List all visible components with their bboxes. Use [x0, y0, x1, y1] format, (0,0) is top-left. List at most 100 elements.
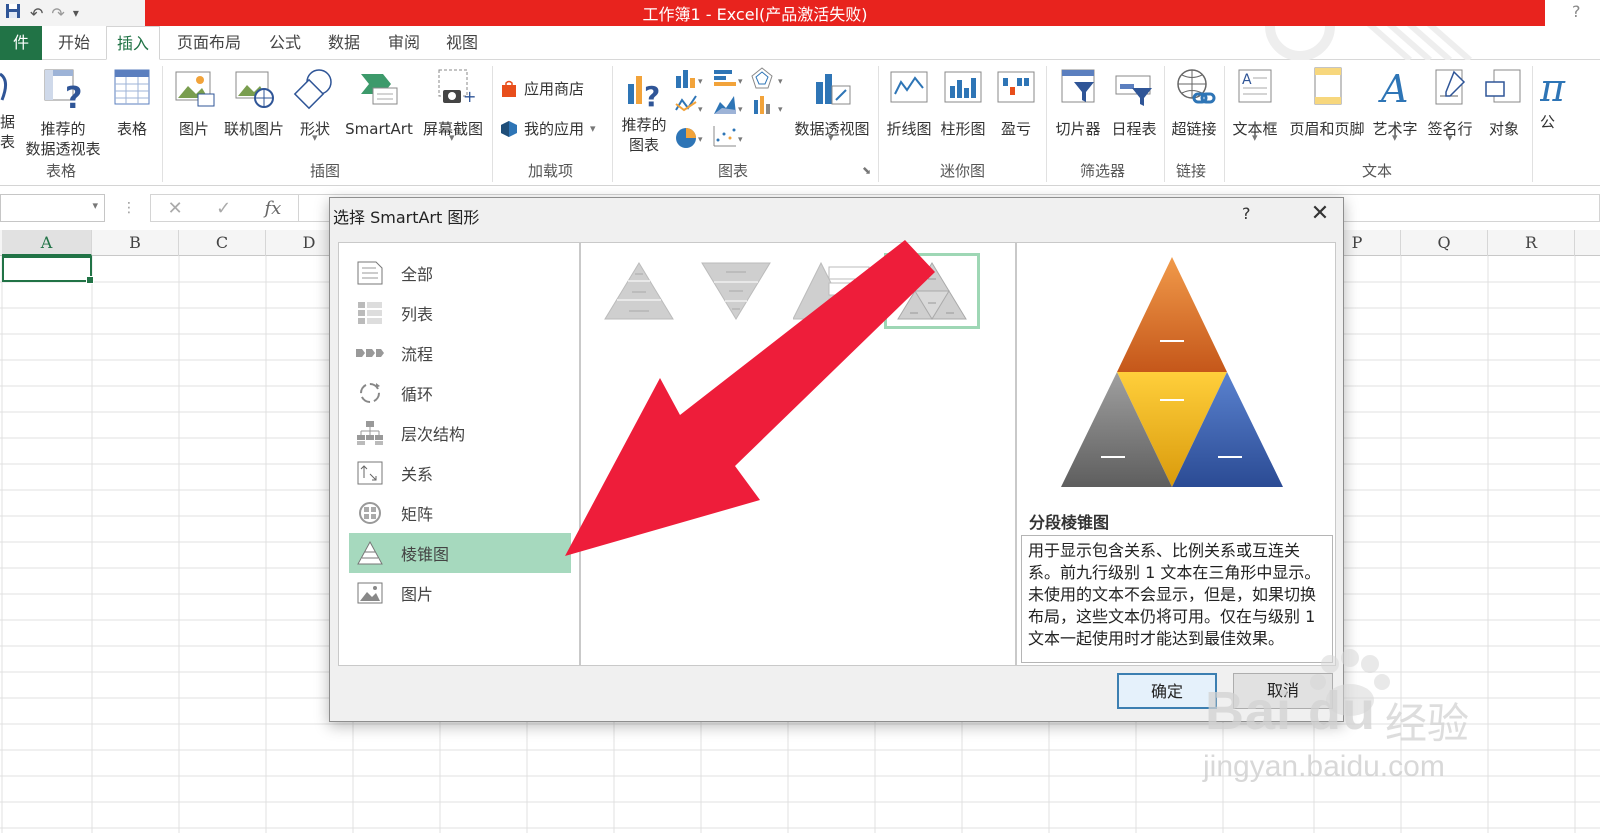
category-all[interactable]: 全部: [349, 253, 571, 293]
pivot-chart-button[interactable]: 数据透视图 ▾: [788, 66, 876, 144]
cancel-formula-icon[interactable]: ✕: [168, 198, 183, 219]
inverted-pyramid-icon: [701, 262, 771, 320]
help-icon[interactable]: ?: [1572, 2, 1581, 21]
sparkline-winloss-button[interactable]: 盈亏: [992, 66, 1040, 139]
tab-formulas[interactable]: 公式: [259, 26, 311, 60]
category-process[interactable]: 流程: [349, 333, 571, 373]
quick-access-toolbar: ↶ ↷ ▾: [0, 0, 145, 26]
active-cell-a1[interactable]: [2, 256, 94, 284]
textbox-button[interactable]: A 文本框 ▾: [1226, 66, 1284, 144]
my-apps-button[interactable]: 我的应用 ▾: [500, 118, 596, 139]
charts-dialog-launcher-icon[interactable]: ⬊: [862, 164, 871, 177]
bar-chart-icon: [714, 70, 736, 86]
svg-text:▾: ▾: [698, 105, 703, 115]
chart-type-gallery[interactable]: ▾ ▾ ▾ ▾ ▾ ▾ ▾ ▾: [674, 66, 790, 152]
formula-buttons: ✕ ✓ fx: [150, 194, 298, 222]
category-label: 流程: [401, 345, 434, 364]
sparkline-column-label: 柱形图: [940, 120, 986, 138]
tab-data[interactable]: 数据: [318, 26, 370, 60]
category-relationship[interactable]: 关系: [349, 453, 571, 493]
shapes-button[interactable]: 形状 ▾: [292, 66, 338, 144]
recommended-charts-label-2: 图表: [628, 136, 659, 154]
shapes-dropdown-icon: ▾: [312, 131, 318, 144]
column-header-b[interactable]: B: [92, 230, 179, 256]
group-label-illustrations: 插图: [310, 162, 341, 180]
online-pictures-button[interactable]: 联机图片: [218, 66, 290, 139]
pyramid-list-thumbnail[interactable]: [785, 253, 881, 329]
store-button[interactable]: 应用商店: [500, 78, 584, 99]
sparkline-line-icon: [890, 71, 928, 103]
my-apps-icon: [501, 120, 517, 137]
column-header-a[interactable]: A: [2, 230, 92, 256]
table-button[interactable]: 表格: [108, 66, 156, 139]
pivot-table-button[interactable]: 据 表: [0, 70, 20, 152]
category-hierarchy[interactable]: 层次结构: [349, 413, 571, 453]
group-separator: [1164, 66, 1165, 182]
wordart-button[interactable]: A 艺术字 ▾: [1368, 66, 1422, 144]
pictures-button[interactable]: 图片: [170, 66, 218, 139]
segmented-pyramid-thumbnail[interactable]: [884, 253, 980, 329]
shapes-icon: [293, 69, 332, 110]
smartart-button[interactable]: SmartArt: [342, 66, 416, 139]
category-picture[interactable]: 图片: [349, 573, 571, 613]
tab-home[interactable]: 开始: [48, 26, 100, 60]
equation-button[interactable]: π 公: [1540, 66, 1600, 132]
category-label: 棱锥图: [401, 545, 450, 564]
tab-page-layout[interactable]: 页面布局: [167, 26, 251, 60]
office-decoration: [1265, 26, 1472, 60]
pivot-table-label-2: 表: [0, 133, 16, 151]
object-button[interactable]: 对象: [1480, 66, 1528, 139]
wordart-icon: A: [1378, 67, 1408, 111]
svg-text:A: A: [1242, 72, 1252, 88]
hyperlink-button[interactable]: 超链接: [1166, 66, 1222, 139]
column-header-q[interactable]: Q: [1401, 230, 1488, 256]
equation-label: 公: [1540, 113, 1556, 131]
pivot-chart-dropdown-icon: ▾: [828, 131, 834, 144]
group-label-links: 链接: [1176, 162, 1207, 180]
dialog-close-icon[interactable]: ✕: [1300, 198, 1340, 230]
timeline-button[interactable]: 日程表: [1106, 66, 1162, 139]
pictures-label: 图片: [178, 120, 209, 138]
ok-button[interactable]: 确定: [1117, 673, 1217, 709]
tab-review[interactable]: 审阅: [378, 26, 430, 60]
inverted-pyramid-thumbnail[interactable]: [688, 253, 784, 329]
basic-pyramid-icon: [604, 262, 674, 320]
undo-icon[interactable]: ↶: [30, 4, 43, 23]
column-header-c[interactable]: C: [179, 230, 266, 256]
slicer-button[interactable]: 切片器: [1050, 66, 1106, 139]
basic-pyramid-thumbnail[interactable]: [591, 253, 687, 329]
category-label: 关系: [401, 465, 434, 484]
category-cycle[interactable]: 循环: [349, 373, 571, 413]
signature-line-button[interactable]: 签名行 ▾: [1422, 66, 1478, 144]
customize-qat-icon[interactable]: ▾: [73, 6, 79, 20]
sparkline-line-button[interactable]: 折线图: [882, 66, 936, 139]
slicer-label: 切片器: [1055, 120, 1101, 138]
layout-description: 用于显示包含关系、比例关系或互连关系。前九行级别 1 文本在三角形中显示。未使用…: [1021, 535, 1333, 663]
window-title: 工作簿1 - Excel(产品激活失败): [642, 5, 868, 24]
enter-formula-icon[interactable]: ✓: [216, 198, 231, 219]
column-header-r[interactable]: R: [1488, 230, 1575, 256]
category-matrix[interactable]: 矩阵: [349, 493, 571, 533]
smartart-label: SmartArt: [345, 120, 413, 138]
dialog-help-icon[interactable]: ?: [1242, 204, 1251, 223]
chevron-down-icon[interactable]: ▾: [92, 199, 98, 212]
slicer-icon: [1061, 69, 1095, 103]
tab-insert[interactable]: 插入: [106, 26, 161, 60]
sparkline-column-button[interactable]: 柱形图: [936, 66, 990, 139]
insert-function-icon[interactable]: fx: [265, 198, 282, 219]
category-list-type[interactable]: 列表: [349, 293, 571, 333]
tab-file[interactable]: 件: [0, 26, 42, 60]
name-box[interactable]: ▾: [0, 194, 105, 222]
group-separator: [1224, 66, 1225, 182]
recommended-pivot-button[interactable]: ? 推荐的 数据透视表: [20, 66, 106, 159]
category-label: 全部: [401, 265, 434, 284]
category-pyramid[interactable]: 棱锥图: [349, 533, 571, 573]
recommended-charts-button[interactable]: ? 推荐的 图表: [616, 66, 672, 155]
group-label-sparklines: 迷你图: [940, 162, 986, 180]
save-icon[interactable]: [4, 2, 22, 24]
redo-icon[interactable]: ↷: [51, 4, 64, 23]
tab-view[interactable]: 视图: [436, 26, 488, 60]
formula-bar-grip-icon: ⋮: [122, 200, 136, 216]
screenshot-button[interactable]: + 屏幕截图 ▾: [418, 66, 488, 144]
header-footer-button[interactable]: 页眉和页脚: [1284, 66, 1370, 139]
